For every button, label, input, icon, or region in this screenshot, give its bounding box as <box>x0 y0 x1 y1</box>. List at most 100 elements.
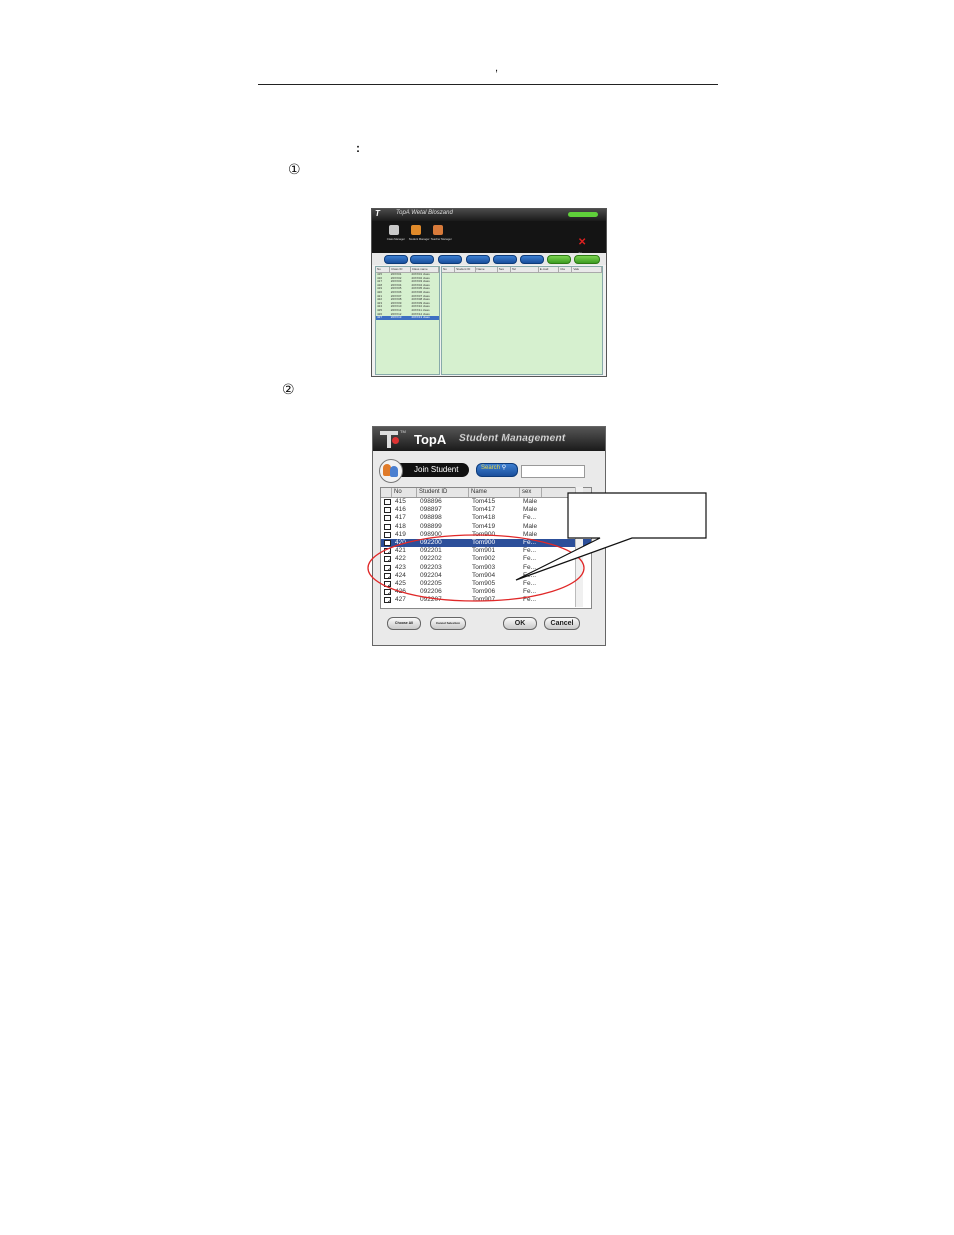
row-checkbox[interactable]: ✓ <box>384 580 391 587</box>
cell-sex: Fe... <box>523 596 537 604</box>
student-col-header: Valu <box>572 267 602 272</box>
row-checkbox[interactable]: ✓ <box>384 539 391 546</box>
cell-id: 098896 <box>420 498 442 505</box>
ss1-status-pill[interactable] <box>568 212 598 217</box>
cell-name: Tom417 <box>472 506 496 514</box>
col-sex: sex <box>520 488 542 497</box>
search-input[interactable] <box>521 465 585 478</box>
table-scrollbar[interactable] <box>575 487 583 607</box>
student-col-header: Sex <box>498 267 511 272</box>
ss1-action-button-7[interactable] <box>547 255 571 264</box>
ss1-title: TopA Wetal Bloszand <box>396 210 453 216</box>
row-checkbox[interactable]: ✓ <box>384 556 391 563</box>
cell-name: Tom900 <box>472 530 496 538</box>
cell-name: Tom419 <box>472 522 496 530</box>
cell-sex: Fe... <box>523 571 537 579</box>
row-checkbox[interactable] <box>384 515 391 522</box>
ok-button[interactable]: OK <box>503 617 537 630</box>
cancel-selection-button[interactable]: Cancel Selection <box>430 617 466 630</box>
ss1-action-button-3[interactable] <box>438 255 462 264</box>
ss1-action-button-8[interactable] <box>574 255 600 264</box>
student-col-header: Cla <box>559 267 573 272</box>
table-row[interactable]: 417 098898 Tom418 Fe... <box>381 514 591 522</box>
cell-no: 422 <box>395 555 406 563</box>
table-row[interactable]: 416 098897 Tom417 Male <box>381 506 591 514</box>
student-col-header: Student ID <box>455 267 476 272</box>
table-row[interactable]: ✓ 424 092204 Tom904 Fe... <box>381 572 591 580</box>
cell-no: 416 <box>395 506 406 514</box>
cell-sex: Fe... <box>523 538 537 546</box>
class-list-pane: No Class ID Class name 415 20XX01 20XX01 c… <box>375 266 440 375</box>
cell-name: Tom415 <box>472 498 496 505</box>
ss1-action-button-1[interactable] <box>384 255 408 264</box>
table-row[interactable]: 415 098896 Tom415 Male <box>381 498 591 506</box>
header-mark: , <box>495 62 499 74</box>
scroll-thumb[interactable] <box>577 493 582 523</box>
cell-no: 425 <box>395 579 406 587</box>
cell-id: 098897 <box>420 506 442 514</box>
cell-sex: Fe... <box>523 579 537 587</box>
cell-sex: Fe... <box>523 588 537 596</box>
table-row[interactable]: ✓ 420 092200 Tom900 Fe... <box>381 538 591 548</box>
cell-name: Tom904 <box>472 571 496 579</box>
topa-logo-icon <box>380 429 399 449</box>
cell-sex: Male <box>523 498 538 505</box>
student-table-header: No Student ID Name sex <box>381 488 591 498</box>
ss1-action-button-5[interactable] <box>493 255 517 264</box>
student-col-header: Name <box>476 267 498 272</box>
step-1-marker: ① <box>288 162 301 178</box>
cell-sex: Fe... <box>523 563 537 571</box>
table-row[interactable]: ✓ 426 092206 Tom906 Fe... <box>381 588 591 596</box>
student-col-header: Tel <box>511 267 539 272</box>
brand-name: TopA <box>414 432 447 447</box>
table-row[interactable]: 419 098900 Tom900 Male <box>381 531 591 539</box>
cell-no: 427 <box>395 596 406 604</box>
table-row[interactable]: 418 098899 Tom419 Male <box>381 523 591 531</box>
table-row[interactable]: ✓ 423 092203 Tom903 Fe... <box>381 564 591 572</box>
student-col-header: No <box>442 267 456 272</box>
row-checkbox[interactable] <box>384 523 391 530</box>
cell-sex: Male <box>523 506 538 514</box>
row-checkbox[interactable] <box>384 507 391 514</box>
house-icon <box>389 225 399 235</box>
cell-id: 092207 <box>420 596 442 604</box>
trademark: TM <box>400 429 406 434</box>
class-list-row[interactable]: 427 20XX13 20XX13 class <box>376 316 439 320</box>
class-list-cell: 20XX13 class <box>411 316 430 320</box>
ss1-action-button-6[interactable] <box>520 255 544 264</box>
cell-sex: Male <box>523 530 538 538</box>
class-manager-button[interactable]: Class Manager <box>386 225 405 251</box>
cell-no: 423 <box>395 563 406 571</box>
student-col-header: E-mail <box>539 267 560 272</box>
row-checkbox[interactable] <box>384 531 391 538</box>
cell-id: 098900 <box>420 530 442 538</box>
ss1-action-button-4[interactable] <box>466 255 490 264</box>
row-checkbox[interactable]: ✓ <box>384 572 391 579</box>
student-list-header: No Student ID Name Sex Tel E-mail Cla Valu <box>442 267 602 273</box>
cell-id: 092203 <box>420 563 442 571</box>
cell-id: 098899 <box>420 522 442 530</box>
teacher-manager-button[interactable]: Teacher Manager <box>430 225 452 251</box>
cell-no: 419 <box>395 530 406 538</box>
close-icon[interactable]: ✕ <box>578 238 586 248</box>
row-checkbox[interactable]: ✓ <box>384 548 391 555</box>
class-list-cell: 427 <box>377 316 383 320</box>
row-checkbox[interactable] <box>384 499 391 505</box>
table-row[interactable]: ✓ 427 092207 Tom907 Fe... <box>381 596 591 604</box>
table-row[interactable]: ✓ 421 092201 Tom901 Fe... <box>381 547 591 555</box>
student-manager-button[interactable]: Student Manager <box>408 225 430 251</box>
cell-id: 092204 <box>420 571 442 579</box>
row-checkbox[interactable]: ✓ <box>384 589 391 596</box>
student-table-body: 415 098896 Tom415 Male 416 098897 Tom417 Male 41… <box>381 498 591 604</box>
cell-id: 092201 <box>420 547 442 555</box>
col-class-id: Class ID <box>390 267 411 272</box>
table-row[interactable]: ✓ 425 092205 Tom905 Fe... <box>381 580 591 588</box>
row-checkbox[interactable]: ✓ <box>384 564 391 571</box>
choose-all-button[interactable]: Choose All <box>387 617 421 630</box>
table-row[interactable]: ✓ 422 092202 Tom902 Fe... <box>381 555 591 563</box>
ss1-action-button-2[interactable] <box>410 255 434 264</box>
cancel-button[interactable]: Cancel <box>544 617 580 630</box>
cell-name: Tom900 <box>472 538 496 546</box>
row-checkbox[interactable]: ✓ <box>384 597 391 604</box>
dialog-subtitle: Student Management <box>459 433 566 445</box>
